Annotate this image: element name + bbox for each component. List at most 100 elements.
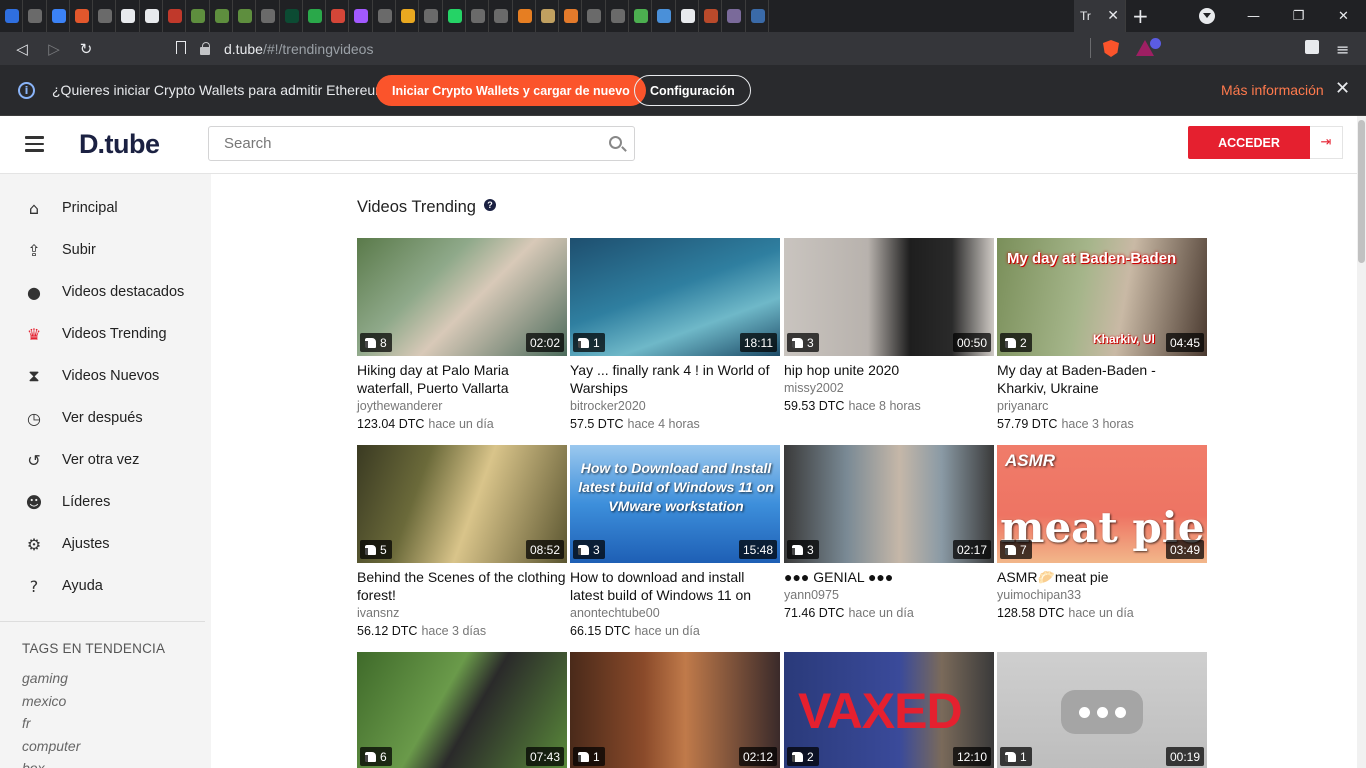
browser-tab[interactable] xyxy=(676,0,699,32)
browser-tab[interactable] xyxy=(163,0,187,32)
sign-in-icon[interactable]: ⇥ xyxy=(1310,126,1343,159)
browser-tab[interactable] xyxy=(629,0,653,32)
browser-menu-icon[interactable]: ≡ xyxy=(1336,40,1349,59)
browser-tab[interactable] xyxy=(280,0,303,32)
video-card[interactable]: 1 18:11 Yay ... finally rank 4 ! in World … xyxy=(570,238,780,434)
browser-tab[interactable] xyxy=(349,0,373,32)
video-title[interactable]: hip hop unite 2020 xyxy=(784,361,994,379)
sidebar-item-subir[interactable]: ⇪ Subir xyxy=(0,229,211,271)
video-thumbnail[interactable]: 3 00:50 xyxy=(784,238,994,356)
sidebar-item-ajustes[interactable]: ⚙ Ajustes xyxy=(0,523,211,565)
browser-tab[interactable] xyxy=(559,0,583,32)
video-thumbnail[interactable]: How to Download and Install latest build… xyxy=(570,445,780,563)
video-thumbnail[interactable]: My day at Baden-Baden Kharkiv, Ul 2 04:45 xyxy=(997,238,1207,356)
video-card[interactable]: How to Download and Install latest build… xyxy=(570,445,780,641)
browser-tab[interactable] xyxy=(466,0,490,32)
video-title[interactable]: My day at Baden-Baden - Kharkiv, Ukraine xyxy=(997,361,1207,397)
video-thumbnail[interactable]: 1 00:19 xyxy=(997,652,1207,768)
url-field[interactable]: d.tube /#!/trendingvideos xyxy=(200,36,1170,61)
browser-tab[interactable] xyxy=(606,0,630,32)
back-button[interactable]: ◁ xyxy=(6,40,38,58)
browser-tab[interactable] xyxy=(256,0,280,32)
video-thumbnail[interactable]: 3 02:17 xyxy=(784,445,994,563)
video-author[interactable]: anontechtube00 xyxy=(570,605,780,622)
video-card[interactable]: 5 08:52 Behind the Scenes of the clothing … xyxy=(357,445,567,641)
tab-close-icon[interactable]: ✕ xyxy=(1107,8,1119,24)
sidebar-item-líderes[interactable]: ☻ Líderes xyxy=(0,481,211,523)
start-crypto-wallets-button[interactable]: Iniciar Crypto Wallets y cargar de nuevo xyxy=(376,75,646,106)
browser-tab[interactable] xyxy=(419,0,443,32)
video-card[interactable]: 1 00:19 xyxy=(997,652,1207,768)
video-title[interactable]: Yay ... finally rank 4 ! in World of War… xyxy=(570,361,780,397)
browser-tab[interactable] xyxy=(746,0,769,32)
video-title[interactable]: ASMR🥟meat pie xyxy=(997,568,1207,586)
video-card[interactable]: 6 07:43 xyxy=(357,652,567,768)
browser-tab[interactable] xyxy=(210,0,233,32)
video-card[interactable]: 3 02:17 ●●● GENIAL ●●● yann0975 71.46 DTC hac… xyxy=(784,445,994,623)
close-infobar-icon[interactable]: ✕ xyxy=(1335,78,1350,99)
help-icon[interactable]: ? xyxy=(484,199,496,211)
browser-tab[interactable] xyxy=(373,0,397,32)
page-scrollbar[interactable] xyxy=(1357,116,1366,768)
browser-tab[interactable] xyxy=(233,0,257,32)
trending-tag[interactable]: mexico xyxy=(22,693,66,709)
video-thumbnail[interactable]: 1 02:12 xyxy=(570,652,780,768)
sidebar-item-principal[interactable]: ⌂ Principal xyxy=(0,187,211,229)
browser-tab[interactable] xyxy=(326,0,350,32)
sidebar-item-videos-nuevos[interactable]: ⧗ Videos Nuevos xyxy=(0,355,211,397)
browser-tab[interactable] xyxy=(23,0,47,32)
login-button[interactable]: ACCEDER xyxy=(1188,126,1310,159)
trending-tag[interactable]: computer xyxy=(22,738,80,754)
video-card[interactable]: ASMR meat pie 7 03:49 ASMR🥟meat pie yuimochip… xyxy=(997,445,1207,623)
trending-tag[interactable]: fr xyxy=(22,715,31,731)
browser-tab[interactable] xyxy=(93,0,117,32)
video-thumbnail[interactable]: VAXED 2 12:10 xyxy=(784,652,994,768)
browser-tab[interactable] xyxy=(396,0,420,32)
maximize-button[interactable]: ❐ xyxy=(1276,9,1321,24)
video-card[interactable]: My day at Baden-Baden Kharkiv, Ul 2 04:45 My… xyxy=(997,238,1207,434)
video-title[interactable]: How to download and install latest build… xyxy=(570,568,780,604)
sidebar-item-videos-destacados[interactable]: ● Videos destacados xyxy=(0,271,211,313)
video-card[interactable]: VAXED 2 12:10 xyxy=(784,652,994,768)
browser-tab[interactable] xyxy=(116,0,140,32)
browser-tab[interactable] xyxy=(70,0,94,32)
browser-tab[interactable] xyxy=(582,0,606,32)
video-author[interactable]: joythewanderer xyxy=(357,398,567,415)
browser-tab[interactable] xyxy=(47,0,70,32)
browser-tab[interactable] xyxy=(140,0,164,32)
browser-tab[interactable] xyxy=(722,0,746,32)
search-input[interactable] xyxy=(224,135,594,152)
video-thumbnail[interactable]: 6 07:43 xyxy=(357,652,567,768)
new-tab-button[interactable]: + xyxy=(1132,4,1149,28)
close-window-button[interactable]: ✕ xyxy=(1321,9,1366,24)
sidebar-item-videos-trending[interactable]: ♛ Videos Trending xyxy=(0,313,211,355)
lock-icon[interactable] xyxy=(200,41,210,55)
search-icon[interactable] xyxy=(609,136,622,149)
browser-tab[interactable] xyxy=(652,0,676,32)
video-author[interactable]: priyanarc xyxy=(997,398,1207,415)
video-title[interactable]: Hiking day at Palo Maria waterfall, Puer… xyxy=(357,361,567,397)
sidebar-item-ver-otra-vez[interactable]: ↺ Ver otra vez xyxy=(0,439,211,481)
browser-tab[interactable] xyxy=(303,0,327,32)
trending-tag[interactable]: box xyxy=(22,760,45,768)
video-author[interactable]: ivansnz xyxy=(357,605,567,622)
video-card[interactable]: 1 02:12 xyxy=(570,652,780,768)
more-info-link[interactable]: Más información xyxy=(1221,82,1324,98)
video-thumbnail[interactable]: 1 18:11 xyxy=(570,238,780,356)
scrollbar-thumb[interactable] xyxy=(1358,120,1365,263)
video-thumbnail[interactable]: 5 08:52 xyxy=(357,445,567,563)
video-card[interactable]: 8 02:02 Hiking day at Palo Maria waterfall… xyxy=(357,238,567,434)
active-tab[interactable]: Tr ✕ xyxy=(1074,0,1126,32)
video-title[interactable]: ●●● GENIAL ●●● xyxy=(784,568,994,586)
reload-button[interactable]: ↻ xyxy=(70,40,102,58)
video-thumbnail[interactable]: 8 02:02 xyxy=(357,238,567,356)
browser-tab[interactable] xyxy=(513,0,536,32)
browser-tab[interactable] xyxy=(443,0,466,32)
video-author[interactable]: missy2002 xyxy=(784,380,994,397)
trending-tag[interactable]: gaming xyxy=(22,670,68,686)
video-author[interactable]: bitrocker2020 xyxy=(570,398,780,415)
minimize-button[interactable]: — xyxy=(1231,9,1276,24)
tab-search-icon[interactable] xyxy=(1199,8,1215,24)
forward-button[interactable]: ▷ xyxy=(38,40,70,58)
sidebar-item-ver-después[interactable]: ◷ Ver después xyxy=(0,397,211,439)
